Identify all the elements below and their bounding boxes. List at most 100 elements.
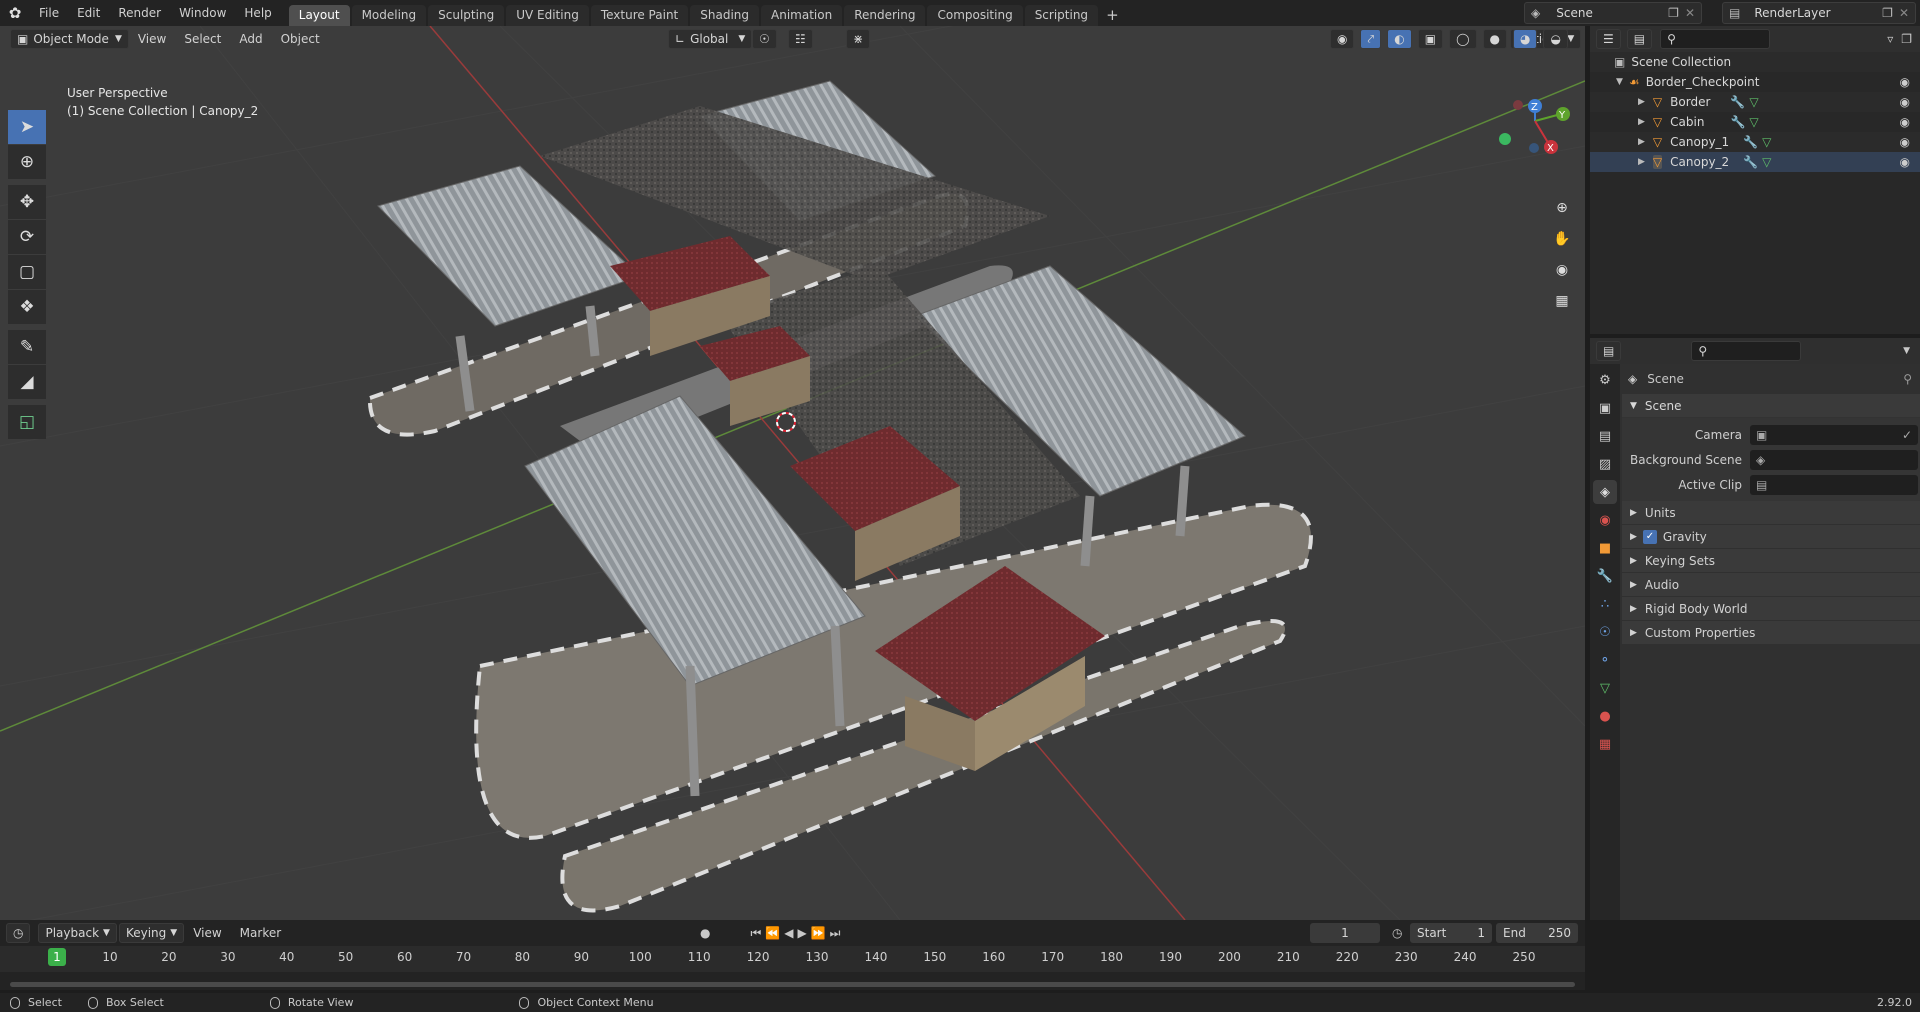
start-frame-field[interactable]: Start 1 [1410, 923, 1492, 943]
pivot-point-dropdown[interactable]: ☉ [752, 29, 777, 49]
expand-arrow-icon[interactable]: ▶ [1638, 117, 1645, 127]
ortho-toggle-button[interactable]: ▦ [1548, 287, 1576, 315]
view-layer-tab[interactable]: ▨ [1593, 452, 1617, 476]
eye-icon[interactable]: ◉ [1900, 75, 1910, 89]
new-scene-icon[interactable]: ❐ [1668, 6, 1679, 20]
scene-selector[interactable]: ◈ Scene ❐ ✕ [1524, 2, 1702, 24]
eyedropper-icon[interactable]: ✓ [1902, 428, 1912, 442]
chevron-down-icon[interactable]: ▼ [1903, 346, 1910, 356]
transform-tool[interactable]: ❖ [8, 290, 46, 324]
eye-icon[interactable]: ◉ [1900, 115, 1910, 129]
xray-toggle[interactable]: ▣ [1417, 29, 1444, 49]
tree-row-canopy-2[interactable]: ▶ ▽ Canopy_2 🔧 ▽ ◉ [1590, 152, 1920, 172]
active-clip-field[interactable]: ▤ [1750, 474, 1918, 495]
scene-panel-header[interactable]: ▼ Scene [1622, 394, 1920, 418]
eye-icon[interactable]: ◉ [1900, 155, 1910, 169]
camera-field[interactable]: ▣ ✓ [1750, 424, 1918, 445]
select-box-tool[interactable]: ➤ [8, 110, 46, 144]
next-keyframe-icon[interactable]: ⏩ [811, 926, 826, 940]
output-tab[interactable]: ▤ [1593, 424, 1617, 448]
data-tab[interactable]: ▽ [1593, 676, 1617, 700]
record-icon[interactable]: ● [700, 926, 710, 940]
tool-tab[interactable]: ⚙ [1593, 368, 1617, 392]
viewport-menu-object[interactable]: Object [272, 32, 329, 46]
tab-modeling[interactable]: Modeling [351, 5, 427, 26]
eye-icon[interactable]: ◉ [1900, 135, 1910, 149]
gizmo-toggle[interactable]: ⤤ [1360, 29, 1382, 49]
cursor-tool[interactable]: ⊕ [8, 145, 46, 179]
scale-tool[interactable]: ▢ [8, 255, 46, 289]
3d-viewport[interactable]: Z Y X ▣ Object Mode ▼ View Select Add Ob… [0, 26, 1585, 920]
shading-rendered-button[interactable]: ◒ [1543, 29, 1568, 49]
gravity-panel[interactable]: ▶ ✓ Gravity [1622, 525, 1920, 549]
shading-material-button[interactable]: ◕ [1513, 29, 1538, 49]
rigid-body-world-panel[interactable]: ▶ Rigid Body World [1622, 597, 1920, 621]
add-cube-tool[interactable]: ◱ [8, 405, 46, 439]
camera-view-button[interactable]: ◉ [1548, 256, 1576, 284]
rotate-tool[interactable]: ⟳ [8, 220, 46, 254]
timeline-editor-type[interactable]: ◷ [6, 923, 31, 943]
new-collection-icon[interactable]: ❐ [1901, 32, 1912, 46]
tab-scripting[interactable]: Scripting [1024, 5, 1099, 26]
jump-end-icon[interactable]: ⏭ [830, 926, 841, 941]
move-tool[interactable]: ✥ [8, 185, 46, 219]
gravity-checkbox[interactable]: ✓ [1642, 529, 1657, 544]
tree-row-scene-collection[interactable]: ▣ Scene Collection [1590, 52, 1920, 72]
viewport-menu-select[interactable]: Select [175, 32, 230, 46]
constraints-tab[interactable]: ⚬ [1593, 648, 1617, 672]
tab-layout[interactable]: Layout [288, 5, 350, 26]
tab-texture-paint[interactable]: Texture Paint [590, 5, 689, 26]
keying-sets-panel[interactable]: ▶ Keying Sets [1622, 549, 1920, 573]
outliner-editor-type[interactable]: ☰ [1596, 29, 1621, 49]
scene-tab[interactable]: ◈ [1593, 480, 1617, 504]
world-tab[interactable]: ◉ [1593, 508, 1617, 532]
units-panel[interactable]: ▶ Units [1622, 501, 1920, 525]
zoom-button[interactable]: ⊕ [1548, 194, 1576, 222]
custom-properties-panel[interactable]: ▶ Custom Properties [1622, 621, 1920, 645]
visibility-dropdown[interactable]: ◉ [1330, 29, 1355, 49]
transform-orientation-dropdown[interactable]: ∟ Global ▼ [668, 29, 753, 49]
filter-icon[interactable]: ▿ [1887, 32, 1893, 46]
proportional-edit-button[interactable]: ⋇ [846, 29, 871, 49]
shading-solid-button[interactable]: ● [1482, 29, 1507, 49]
end-frame-field[interactable]: End 250 [1496, 923, 1578, 943]
render-tab[interactable]: ▣ [1593, 396, 1617, 420]
display-mode-dropdown[interactable]: ▤ [1626, 29, 1653, 49]
tab-rendering[interactable]: Rendering [844, 5, 926, 26]
expand-arrow-icon[interactable]: ▶ [1638, 157, 1645, 167]
shading-wireframe-button[interactable]: ◯ [1449, 29, 1477, 49]
frame-ruler[interactable]: 1 10 20 30 40 50 60 70 80 90 100 110 120 130 140 150 160… [0, 946, 1585, 972]
tree-row-border[interactable]: ▶ ▽ Border 🔧 ▽ ◉ [1590, 92, 1920, 112]
pan-button[interactable]: ✋ [1548, 225, 1576, 253]
snap-dropdown[interactable]: ☷ [788, 29, 813, 49]
object-tab[interactable]: ■ [1593, 536, 1617, 560]
material-tab[interactable]: ● [1593, 704, 1617, 728]
pin-icon[interactable]: ⚲ [1903, 372, 1912, 386]
physics-tab[interactable]: ☉ [1593, 620, 1617, 644]
tab-sculpting[interactable]: Sculpting [428, 5, 505, 26]
tab-animation[interactable]: Animation [761, 5, 843, 26]
measure-tool[interactable]: ◢ [8, 365, 46, 399]
menu-file[interactable]: File [30, 0, 68, 26]
tab-uv-editing[interactable]: UV Editing [506, 5, 589, 26]
menu-window[interactable]: Window [170, 0, 235, 26]
play-icon[interactable]: ▶ [797, 926, 806, 940]
expand-arrow-icon[interactable]: ▶ [1638, 97, 1645, 107]
viewport-menu-add[interactable]: Add [230, 32, 271, 46]
modifiers-tab[interactable]: 🔧 [1593, 564, 1617, 588]
tab-shading[interactable]: Shading [690, 5, 759, 26]
blender-logo-icon[interactable]: ✿ [0, 0, 30, 26]
eye-icon[interactable]: ◉ [1900, 95, 1910, 109]
properties-editor-type[interactable]: ▤ [1596, 341, 1622, 361]
timeline-menu-marker[interactable]: Marker [231, 926, 290, 940]
timeline-menu-view[interactable]: View [184, 926, 230, 940]
annotate-tool[interactable]: ✎ [8, 330, 46, 364]
play-reverse-icon[interactable]: ◀ [784, 926, 793, 940]
expand-arrow-icon[interactable]: ▶ [1638, 137, 1645, 147]
new-view-layer-icon[interactable]: ❐ [1882, 6, 1893, 20]
audio-panel[interactable]: ▶ Audio [1622, 573, 1920, 597]
menu-edit[interactable]: Edit [68, 0, 109, 26]
tree-row-canopy-1[interactable]: ▶ ▽ Canopy_1 🔧 ▽ ◉ [1590, 132, 1920, 152]
viewport-menu-view[interactable]: View [129, 32, 175, 46]
expand-arrow-icon[interactable]: ▼ [1616, 77, 1623, 87]
